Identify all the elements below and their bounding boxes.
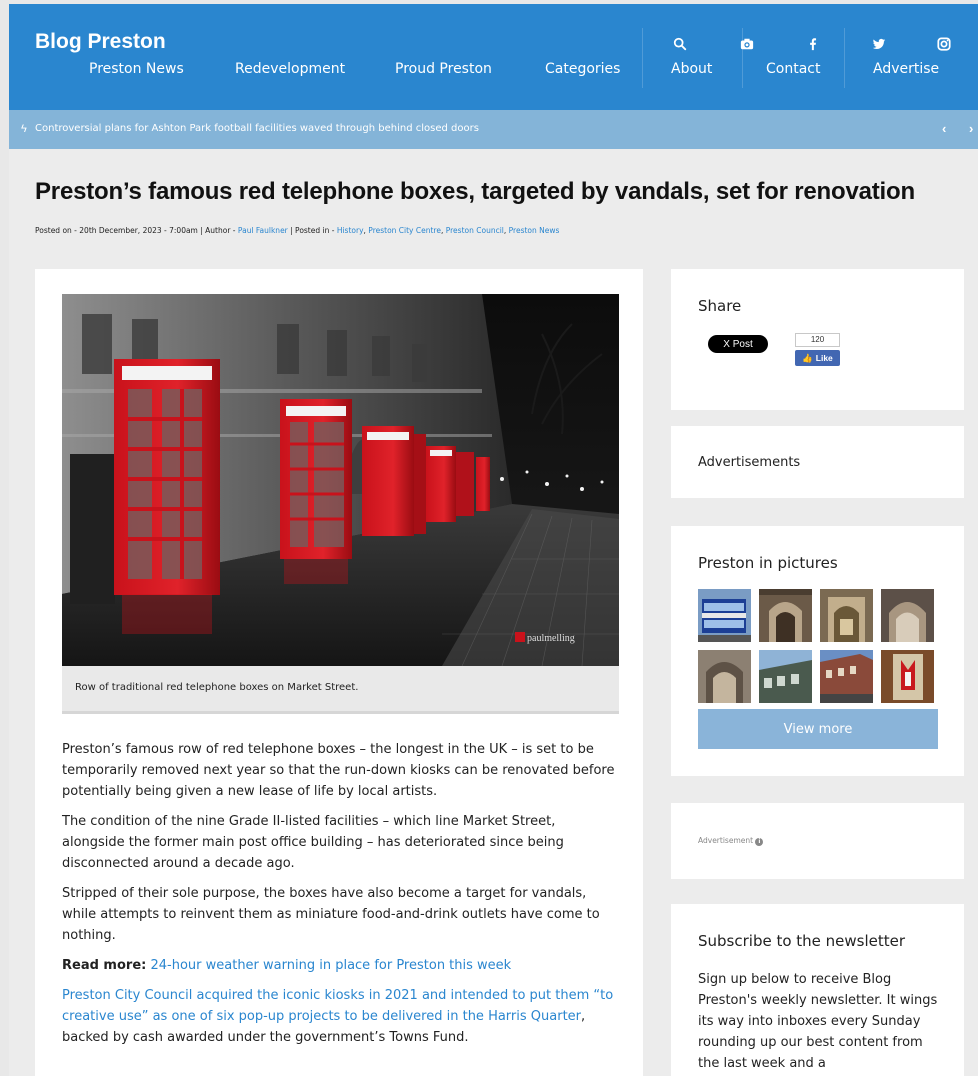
page-frame: Blog Preston Preston News Redevelopment … [9, 4, 978, 1076]
main-nav: Preston News Redevelopment Proud Preston… [9, 61, 978, 83]
gallery-thumbnail[interactable] [759, 650, 812, 703]
search-icon[interactable] [672, 36, 688, 52]
facebook-like-label: Like [815, 353, 833, 363]
article-paragraph: The condition of the nine Grade II-liste… [62, 814, 564, 871]
article-card: paulmelling Row of traditional red telep… [35, 269, 643, 1076]
gallery-thumbnail[interactable] [820, 589, 873, 642]
article-meta: Posted on - 20th December, 2023 - 7:00am… [35, 226, 559, 235]
gallery-thumbnail[interactable] [881, 589, 934, 642]
news-ticker: ϟ Controversial plans for Ashton Park fo… [9, 110, 978, 149]
x-post-button[interactable]: X Post [708, 335, 768, 353]
facebook-like-button[interactable]: 👍 Like [795, 350, 840, 366]
category-link-city-centre[interactable]: Preston City Centre [368, 226, 441, 235]
nav-about[interactable]: About [671, 61, 712, 77]
nav-redevelopment[interactable]: Redevelopment [235, 61, 345, 77]
newsletter-card: Subscribe to the newsletter Sign up belo… [671, 904, 964, 1076]
read-more-label: Read more: [62, 958, 147, 973]
article-photo: paulmelling [62, 294, 619, 666]
pictures-card: Preston in pictures View more [671, 526, 964, 776]
instagram-icon[interactable] [936, 36, 952, 52]
article-paragraph: Preston City Council acquired the iconic… [62, 985, 622, 1048]
thumbs-up-icon: 👍 [802, 352, 813, 363]
caption-box: Row of traditional red telephone boxes o… [62, 666, 619, 714]
gallery-thumbnail[interactable] [698, 589, 751, 642]
ticker-headline[interactable]: Controversial plans for Ashton Park foot… [35, 123, 479, 134]
author-link[interactable]: Paul Faulkner [238, 226, 288, 235]
gallery-thumbnail[interactable] [759, 589, 812, 642]
site-header: Blog Preston Preston News Redevelopment … [9, 4, 978, 110]
meta-posted-label: Posted on - [35, 226, 80, 235]
camera-icon[interactable] [739, 36, 755, 52]
ticker-next-button[interactable]: › [969, 121, 973, 136]
gallery-thumbnail[interactable] [820, 650, 873, 703]
view-more-button[interactable]: View more [698, 709, 938, 749]
lightning-icon: ϟ [21, 123, 27, 135]
advertisements-card: Advertisements [671, 426, 964, 498]
category-link-preston-news[interactable]: Preston News [509, 226, 560, 235]
read-more-line: Read more: 24-hour weather warning in pl… [62, 955, 622, 976]
nav-advertise[interactable]: Advertise [873, 61, 939, 77]
nav-proud-preston[interactable]: Proud Preston [395, 61, 492, 77]
ticker-prev-button[interactable]: ‹ [942, 121, 946, 136]
share-title: Share [698, 297, 742, 315]
advertisements-title: Advertisements [698, 455, 801, 470]
category-link-council[interactable]: Preston Council [446, 226, 504, 235]
article-paragraph: Preston’s famous row of red telephone bo… [62, 742, 615, 799]
newsletter-text: Sign up below to receive Blog Preston's … [698, 972, 938, 1071]
nav-preston-news[interactable]: Preston News [89, 61, 184, 77]
share-card: Share X Post 120 👍 Like [671, 269, 964, 410]
article-paragraph: Stripped of their sole purpose, the boxe… [62, 886, 600, 943]
nav-categories[interactable]: Categories [545, 61, 620, 77]
gallery-thumbnail[interactable] [881, 650, 934, 703]
article-title: Preston’s famous red telephone boxes, ta… [35, 178, 915, 205]
meta-date: 20th December, 2023 - 7:00am [79, 226, 198, 235]
category-link-history[interactable]: History [337, 226, 364, 235]
newsletter-title: Subscribe to the newsletter [698, 932, 906, 950]
photo-caption: Row of traditional red telephone boxes o… [75, 682, 359, 693]
photo-watermark: paulmelling [527, 633, 575, 644]
gallery-thumbnail[interactable] [698, 650, 751, 703]
advertisement-label: Advertisement i [698, 836, 764, 846]
pictures-title: Preston in pictures [698, 554, 838, 572]
info-icon[interactable]: i [755, 838, 764, 846]
meta-posted-in-label: | Posted in - [287, 226, 337, 235]
advertisement-card: Advertisement i [671, 803, 964, 879]
council-link[interactable]: Preston City Council acquired the iconic… [62, 988, 613, 1024]
read-more-link[interactable]: 24-hour weather warning in place for Pre… [150, 958, 511, 973]
article-body: Preston’s famous row of red telephone bo… [62, 739, 622, 1057]
site-logo[interactable]: Blog Preston [35, 30, 166, 54]
twitter-icon[interactable] [871, 36, 887, 52]
nav-contact[interactable]: Contact [766, 61, 820, 77]
meta-author-label: | Author - [197, 226, 238, 235]
advertisement-label-text: Advertisement [698, 836, 754, 845]
facebook-icon[interactable] [805, 36, 821, 52]
facebook-like-count: 120 [795, 333, 840, 347]
